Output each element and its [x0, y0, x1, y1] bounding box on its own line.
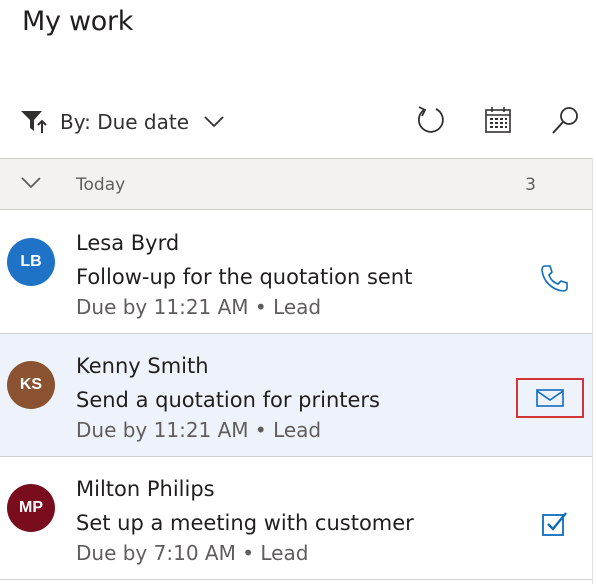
activity-item[interactable]: MP Milton Philips Set up a meeting with … — [0, 457, 592, 580]
calendar-icon[interactable] — [482, 104, 514, 136]
filter-sort-icon — [21, 111, 47, 133]
activity-item-selected[interactable]: KS Kenny Smith Send a quotation for prin… — [0, 334, 592, 457]
activity-due: Due by 7:10 AM • Lead — [76, 541, 309, 565]
task-button[interactable] — [538, 509, 570, 539]
my-work-page: My work By: Due date Today 3 LB Lesa Byr… — [0, 0, 596, 584]
avatar: KS — [7, 361, 55, 409]
email-button[interactable] — [516, 378, 584, 418]
activity-due: Due by 11:21 AM • Lead — [76, 295, 322, 319]
activity-subject: Send a quotation for printers — [76, 388, 380, 412]
call-button[interactable] — [538, 263, 570, 293]
contact-name: Lesa Byrd — [76, 231, 180, 255]
activity-subject: Set up a meeting with customer — [76, 511, 414, 535]
page-title: My work — [22, 6, 134, 37]
task-check-icon — [542, 512, 567, 536]
activity-item[interactable]: LB Lesa Byrd Follow-up for the quotation… — [0, 211, 592, 334]
avatar: LB — [7, 238, 55, 286]
contact-name: Kenny Smith — [76, 354, 209, 378]
phone-icon — [541, 265, 568, 292]
search-icon[interactable] — [550, 104, 582, 136]
group-title: Today — [76, 175, 126, 195]
group-count: 3 — [525, 175, 536, 195]
group-header-today[interactable]: Today 3 — [0, 159, 592, 210]
activity-due: Due by 11:21 AM • Lead — [76, 418, 322, 442]
contact-name: Milton Philips — [76, 477, 215, 501]
sort-filter-label: By: Due date — [60, 110, 190, 134]
list-edge — [592, 158, 593, 584]
sort-filter-button[interactable]: By: Due date — [20, 106, 225, 138]
collapse-chevron-icon[interactable] — [20, 176, 42, 190]
refresh-icon[interactable] — [414, 104, 446, 136]
avatar: MP — [7, 484, 55, 532]
toolbar: By: Due date — [0, 100, 596, 144]
mail-icon — [536, 389, 564, 407]
activity-subject: Follow-up for the quotation sent — [76, 265, 413, 289]
chevron-down-icon — [204, 116, 224, 128]
